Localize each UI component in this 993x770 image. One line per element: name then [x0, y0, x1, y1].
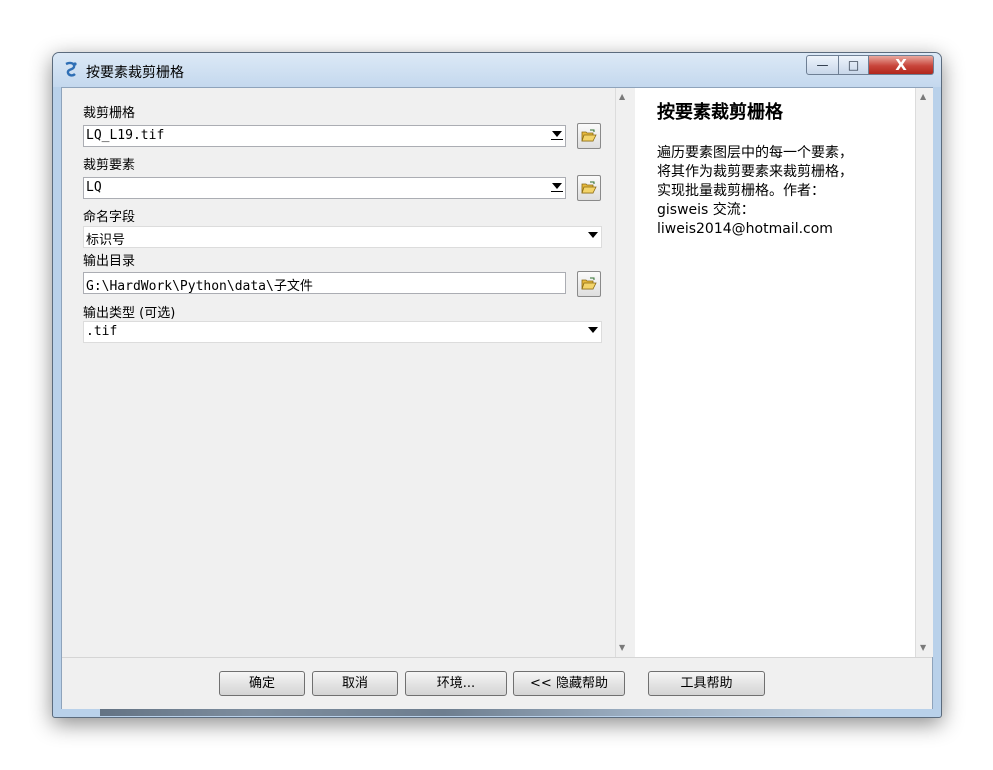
browse-raster-button[interactable] [577, 123, 601, 149]
help-line: 将其作为裁剪要素来裁剪栅格， [657, 164, 853, 180]
parameters-scrollbar[interactable]: ▲ ▼ [615, 88, 630, 657]
close-button[interactable]: X [869, 55, 934, 75]
dialog-client-area: 裁剪栅格 LQ_L19.tif 裁剪要素 LQ 命名字段 标识号 输出目录 G:… [61, 87, 933, 709]
background-strip [100, 709, 860, 716]
open-folder-icon [581, 129, 597, 142]
maximize-button[interactable]: □ [839, 55, 869, 75]
minimize-button[interactable]: — [806, 55, 839, 75]
help-line: liweis2014@hotmail.com [657, 221, 833, 237]
output-type-label: 输出类型 (可选) [83, 306, 176, 321]
help-pane: 按要素裁剪栅格 遍历要素图层中的每一个要素， 将其作为裁剪要素来裁剪栅格， 实现… [635, 88, 915, 657]
open-folder-icon [581, 181, 597, 194]
clip-feature-value: LQ [86, 180, 102, 195]
scroll-up-icon[interactable]: ▲ [920, 92, 926, 101]
output-dir-input[interactable]: G:\HardWork\Python\data\子文件 [83, 272, 566, 294]
dropdown-arrow-icon[interactable] [588, 327, 598, 333]
window-title: 按要素裁剪栅格 [86, 65, 184, 81]
title-bar[interactable]: 按要素裁剪栅格 — □ X [53, 53, 941, 87]
help-line: gisweis 交流： [657, 202, 755, 218]
tool-dialog-window: 按要素裁剪栅格 — □ X 裁剪栅格 LQ_L19.tif 裁剪要素 LQ 命名… [52, 52, 942, 718]
scroll-down-icon[interactable]: ▼ [920, 643, 926, 652]
cancel-button[interactable]: 取消 [312, 671, 398, 696]
open-folder-icon [581, 277, 597, 290]
name-field-value: 标识号 [86, 233, 126, 248]
scroll-down-icon[interactable]: ▼ [619, 643, 625, 652]
scroll-up-icon[interactable]: ▲ [619, 92, 625, 101]
environments-button[interactable]: 环境... [405, 671, 507, 696]
ok-button[interactable]: 确定 [219, 671, 305, 696]
clip-raster-value: LQ_L19.tif [86, 128, 165, 143]
output-dir-value: G:\HardWork\Python\data\子文件 [86, 279, 313, 294]
name-field-label: 命名字段 [83, 210, 136, 225]
hide-help-button[interactable]: << 隐藏帮助 [513, 671, 625, 696]
browse-feature-button[interactable] [577, 175, 601, 201]
help-line: 遍历要素图层中的每一个要素， [657, 145, 853, 161]
dropdown-arrow-icon[interactable] [551, 131, 563, 140]
help-body: 遍历要素图层中的每一个要素， 将其作为裁剪要素来裁剪栅格， 实现批量裁剪栅格。作… [657, 144, 907, 239]
clip-raster-combo[interactable]: LQ_L19.tif [83, 125, 566, 147]
python-script-icon [65, 61, 77, 77]
output-type-combo[interactable]: .tif [83, 321, 602, 343]
clip-feature-combo[interactable]: LQ [83, 177, 566, 199]
dropdown-arrow-icon[interactable] [551, 183, 563, 192]
dropdown-arrow-icon[interactable] [588, 232, 598, 238]
output-dir-label: 输出目录 [83, 254, 136, 269]
clip-raster-label: 裁剪栅格 [83, 106, 136, 121]
output-type-value: .tif [86, 324, 118, 339]
name-field-combo[interactable]: 标识号 [83, 226, 602, 248]
tool-help-button[interactable]: 工具帮助 [648, 671, 765, 696]
button-bar: 确定 取消 环境... << 隐藏帮助 工具帮助 [62, 657, 932, 709]
help-scrollbar[interactable]: ▲ ▼ [915, 88, 933, 657]
clip-feature-label: 裁剪要素 [83, 158, 136, 173]
help-line: 实现批量裁剪栅格。作者： [657, 183, 825, 199]
browse-output-button[interactable] [577, 271, 601, 297]
help-title: 按要素裁剪栅格 [657, 102, 783, 123]
parameters-pane: 裁剪栅格 LQ_L19.tif 裁剪要素 LQ 命名字段 标识号 输出目录 G:… [62, 88, 630, 657]
